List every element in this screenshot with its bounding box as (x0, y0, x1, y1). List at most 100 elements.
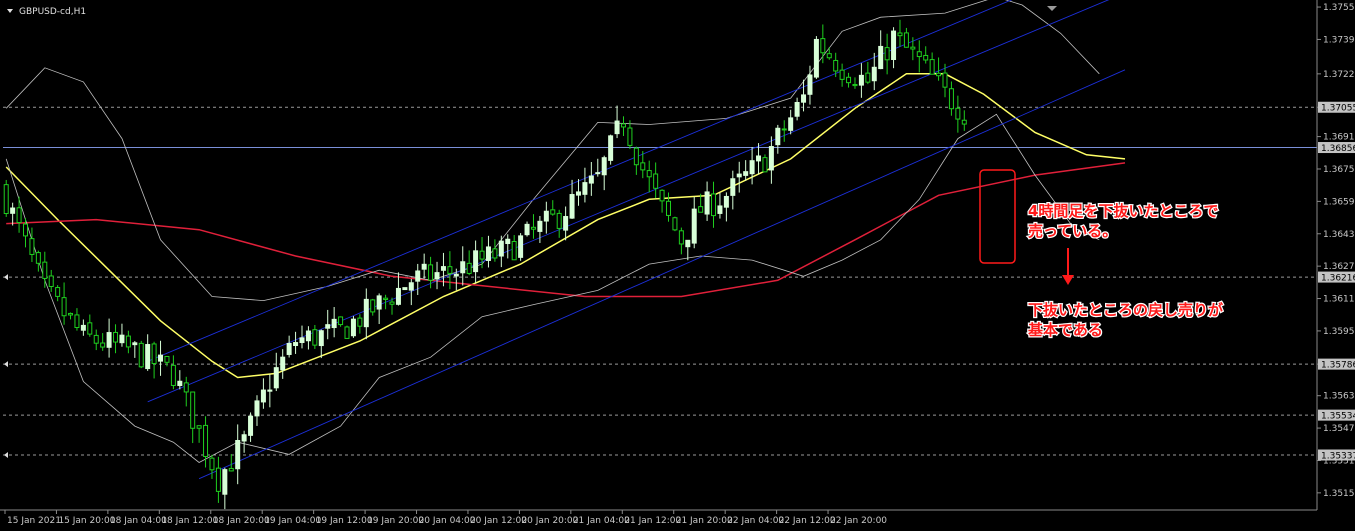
candle-body (158, 354, 164, 362)
candle[interactable] (350, 316, 356, 338)
candle-body (138, 342, 144, 368)
candle-body (479, 250, 485, 260)
candle[interactable] (3, 179, 9, 217)
candle-body (871, 66, 877, 82)
y-tick-label: 1.37220 (1323, 70, 1355, 80)
candle-body (923, 54, 929, 61)
candle-body (672, 217, 678, 231)
candle-body (801, 94, 807, 103)
candle-body (286, 342, 292, 355)
candle-body (858, 74, 864, 86)
candle-body (87, 322, 93, 335)
candle[interactable] (813, 36, 819, 79)
candle-body (852, 83, 858, 87)
candle-body (633, 147, 639, 166)
candle-body (948, 88, 954, 110)
candle-body (813, 38, 819, 78)
candle[interactable] (672, 216, 678, 232)
candle-body (10, 207, 16, 214)
candle-body (305, 330, 311, 342)
x-tick-label: 18 Jan 12:00 (161, 516, 218, 526)
candle-body (903, 32, 909, 48)
candle-body (196, 425, 202, 429)
y-tick-label: 1.37390 (1323, 35, 1355, 45)
candle-body (775, 127, 781, 146)
price-tag-label: 1.37055 (1321, 104, 1355, 114)
candle-body (331, 318, 337, 329)
candle-body (241, 434, 247, 442)
candle-body (530, 226, 536, 230)
candle[interactable] (608, 134, 614, 165)
x-tick-label: 22 Jan 04:00 (727, 516, 784, 526)
x-tick-label: 18 Jan 04:00 (110, 516, 167, 526)
x-tick-label: 15 Jan 2021 (7, 516, 61, 526)
candle-body (177, 380, 183, 387)
candle-body (106, 332, 112, 348)
candle-body (164, 355, 170, 363)
candle-body (537, 220, 543, 232)
candle-body (80, 324, 86, 331)
candle-body (325, 324, 331, 329)
candle[interactable] (518, 233, 524, 261)
y-tick-label: 1.36750 (1323, 165, 1355, 175)
candle-body (762, 157, 768, 173)
annotation-2-line-2: 基本である (1027, 321, 1103, 339)
candle-body (434, 272, 440, 280)
price-tag-label: 1.35337 (1321, 452, 1355, 462)
candle-body (955, 107, 961, 120)
candle-body (846, 76, 852, 84)
candle-body (35, 252, 41, 264)
candle-body (891, 30, 897, 61)
candle-body (460, 261, 466, 274)
candle-body (730, 178, 736, 196)
x-tick-label: 20 Jan 12:00 (470, 516, 527, 526)
candle-body (260, 389, 266, 403)
candle-body (878, 45, 884, 70)
candle-body (228, 467, 234, 472)
candle[interactable] (402, 287, 408, 291)
candle-body (518, 235, 524, 258)
candle-body (781, 128, 787, 131)
candle-body (498, 240, 504, 257)
candle[interactable] (138, 340, 144, 369)
x-tick-label: 21 Jan 20:00 (676, 516, 733, 526)
candle-body (749, 160, 755, 175)
candle-body (299, 337, 305, 344)
candle-body (826, 53, 832, 59)
candle-body (61, 297, 67, 317)
candle-body (865, 72, 871, 83)
candle-body (942, 72, 948, 88)
candle-body (113, 331, 119, 343)
candle-body (170, 364, 176, 386)
candle-body (569, 194, 575, 219)
candle-body (183, 382, 189, 393)
price-tag-label: 1.36856 (1321, 144, 1355, 154)
candle-body (794, 101, 800, 117)
candle-body (640, 162, 646, 171)
candle-body (788, 117, 794, 131)
candle-body (929, 59, 935, 75)
candle-body (884, 47, 890, 61)
candle-body (505, 238, 511, 245)
candle-body (222, 469, 228, 495)
price-chart[interactable]: 1.37550 1.37390 1.37220 1.37055 1.36910 1.367… (0, 0, 1355, 531)
x-tick-label: 22 Jan 12:00 (779, 516, 836, 526)
candle-body (376, 295, 382, 310)
candle-body (620, 123, 626, 128)
candle-body (440, 266, 446, 271)
candle-body (421, 263, 427, 270)
candle-body (717, 205, 723, 214)
candle-body (897, 32, 903, 37)
candle-body (473, 250, 479, 273)
y-tick-label: 1.36590 (1323, 197, 1355, 207)
candle-body (42, 261, 48, 279)
candle-body (910, 46, 916, 50)
candle-body (48, 275, 54, 288)
candle-body (203, 424, 209, 457)
candle-body (685, 239, 691, 248)
annotation-1-line-2: 売っている。 (1028, 222, 1117, 240)
candle-body (485, 246, 491, 261)
candle[interactable] (344, 325, 350, 339)
candle-body (492, 248, 498, 259)
candle-body (370, 299, 376, 313)
